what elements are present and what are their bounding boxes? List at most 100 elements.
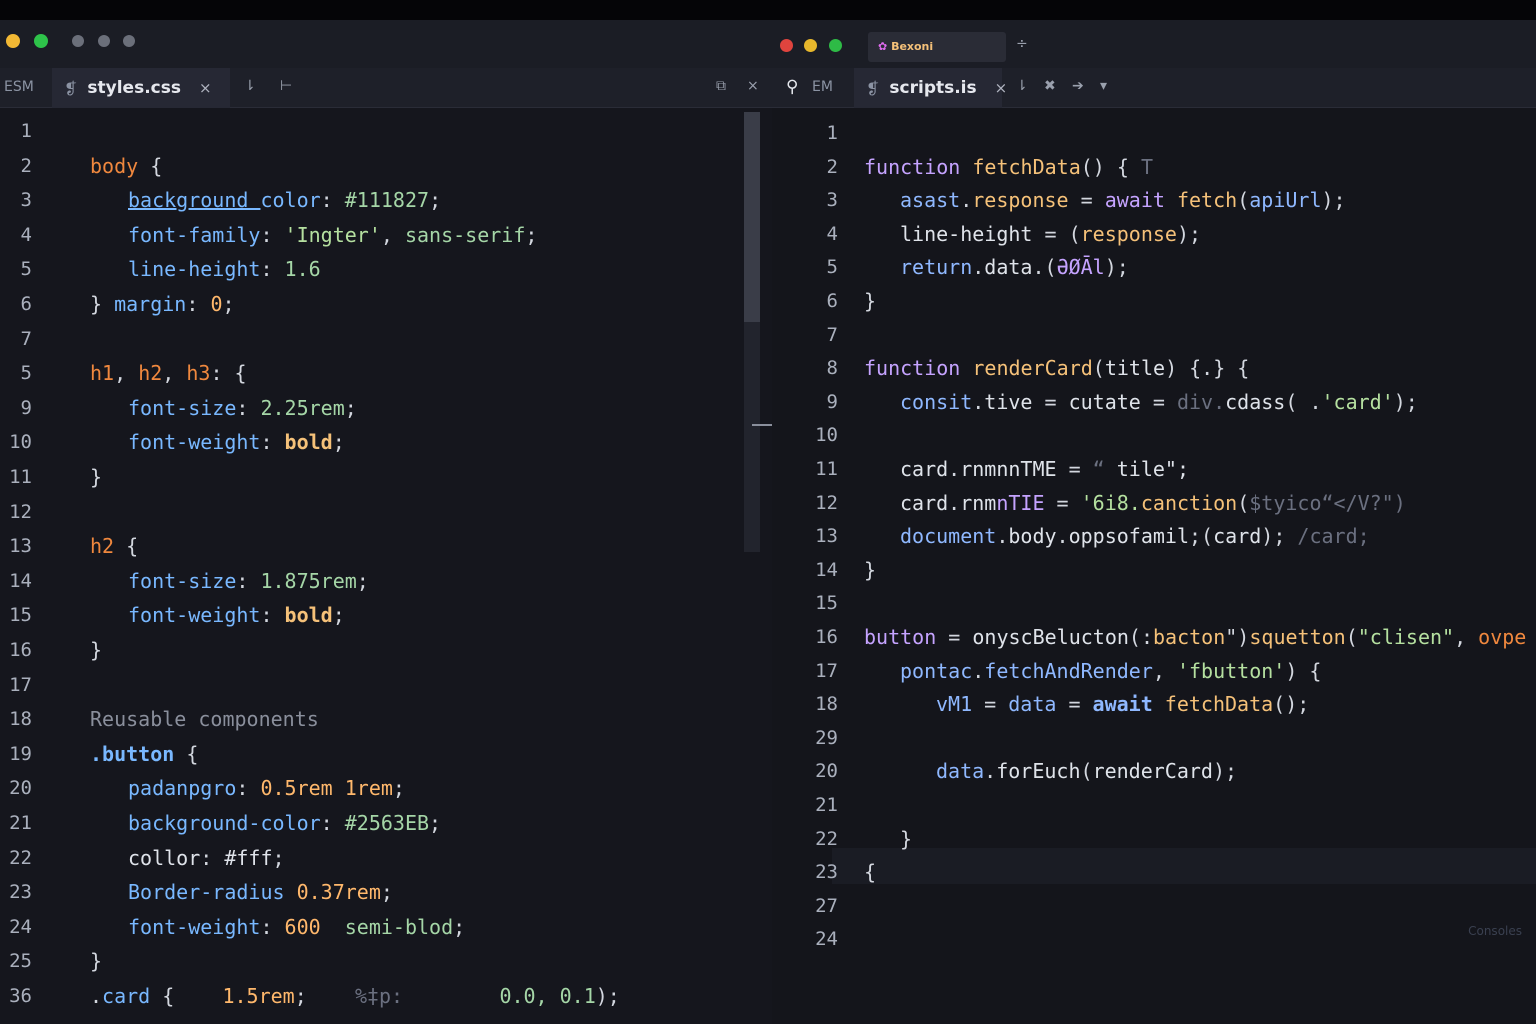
code-token: color <box>260 188 321 213</box>
code-line[interactable]: return.data.(ƏØĀl); <box>900 255 1129 279</box>
code-token: $tyico“</V?") <box>1249 490 1406 515</box>
code-token: } <box>864 557 877 582</box>
code-line[interactable]: collor: #fff; <box>128 846 285 870</box>
code-line[interactable]: { <box>864 860 876 884</box>
code-token: collor <box>128 845 201 870</box>
code-token: font-weight <box>128 430 261 455</box>
filter-icon[interactable]: ⇂ <box>1016 78 1028 94</box>
code-line[interactable]: asast.response = await fetch(apiUrl); <box>900 188 1346 212</box>
code-token: ); <box>1261 524 1286 549</box>
code-line[interactable]: font-size: 1.875rem; <box>128 569 369 593</box>
control-dot-icon[interactable] <box>98 35 110 47</box>
code-token: = <box>1044 490 1081 515</box>
search-icon[interactable]: ⚲ <box>786 77 798 97</box>
code-editor-styles[interactable]: 1 2 body {3 background color: #111827; 4 font… <box>0 108 772 1024</box>
code-line[interactable]: line-height: 1.6 <box>128 257 321 281</box>
screen-top-bezel <box>0 0 1536 22</box>
browser-tab[interactable]: ✿ Bexoni <box>868 32 1006 62</box>
code-line[interactable]: background color: #111827; <box>128 188 441 212</box>
code-line[interactable]: } <box>90 465 102 489</box>
code-line[interactable]: vM1 = data = await fetchData(); <box>936 692 1309 716</box>
scrollbar-thumb[interactable] <box>744 112 760 322</box>
code-line[interactable]: body { <box>90 154 162 178</box>
line-number: 9 <box>826 390 838 413</box>
code-token: bold <box>284 430 333 455</box>
code-token: background <box>128 188 261 213</box>
close-pane-icon[interactable]: × <box>747 78 759 94</box>
code-token: function <box>864 154 973 179</box>
tab-label: styles.css <box>87 78 181 98</box>
code-line[interactable]: function fetchData() { T <box>864 155 1153 179</box>
code-line[interactable]: } <box>900 827 912 851</box>
minimize-icon[interactable] <box>6 34 20 48</box>
code-line[interactable]: font-weight: bold; <box>128 430 345 454</box>
code-line[interactable]: data.forEuch(renderCard); <box>936 759 1237 783</box>
split-icon[interactable]: ⊢ <box>280 78 292 94</box>
code-line[interactable]: line-height = (response); <box>900 222 1201 246</box>
code-line[interactable]: pontac.fetchAndRender, 'fbutton') { <box>900 659 1321 683</box>
code-line[interactable]: padanpgro: 0.5rem 1rem; <box>128 776 405 800</box>
more-icon[interactable]: ▾ <box>1100 78 1107 94</box>
code-line[interactable]: function renderCard(title) {.} { <box>864 356 1249 380</box>
code-line[interactable]: .button { <box>90 742 198 766</box>
close-tab-icon[interactable]: × <box>995 79 1008 97</box>
code-line[interactable]: button = onyscBelucton(:bacton")squetton… <box>864 625 1536 649</box>
code-line[interactable]: .card { 1.5rem; %‡p: 0.0, 0.1); <box>90 984 620 1008</box>
code-token: { <box>150 984 223 1008</box>
code-line[interactable]: card.rnmnnTME = “ tile"; <box>900 457 1189 481</box>
code-token: Border-radius <box>128 880 297 905</box>
maximize-icon[interactable] <box>34 34 48 48</box>
code-line[interactable]: } <box>864 289 876 313</box>
control-dot-icon[interactable] <box>72 35 84 47</box>
code-token: h2 <box>90 534 115 559</box>
line-number: 5 <box>20 362 32 385</box>
code-line[interactable]: font-family: 'Ingter', sans-serif; <box>128 223 537 247</box>
code-token: . <box>972 658 985 683</box>
code-token: vM1 <box>936 692 973 717</box>
code-token: ); <box>1321 188 1346 213</box>
code-line[interactable]: } margin: 0; <box>90 292 235 316</box>
code-token: background-color <box>128 811 321 835</box>
code-line[interactable]: Reusable components <box>90 707 319 731</box>
tab-styles-css[interactable]: ❡ styles.css × <box>52 68 230 108</box>
code-line[interactable]: font-weight: bold; <box>128 603 345 627</box>
line-number: 4 <box>20 223 32 246</box>
code-line[interactable]: card.rnmnTIE = '6i8.canction($tyico“</V?… <box>900 491 1406 515</box>
line-number: 15 <box>815 592 838 615</box>
close-tab-icon[interactable]: × <box>199 79 212 97</box>
line-number: 19 <box>9 742 32 765</box>
code-line[interactable]: } <box>90 638 102 662</box>
status-hint: Consoles <box>1468 924 1522 938</box>
code-line[interactable]: Border-radius 0.37rem; <box>128 880 393 904</box>
control-dot-icon[interactable] <box>123 35 135 47</box>
code-line[interactable]: h2 { <box>90 534 138 558</box>
code-token: bold <box>284 603 333 628</box>
code-line[interactable]: } <box>90 949 102 973</box>
code-line[interactable]: font-weight: 600 semi-blod; <box>128 915 465 939</box>
pin-icon[interactable]: ✖ <box>1044 78 1056 94</box>
line-number: 22 <box>9 846 32 869</box>
code-token: : <box>200 845 225 870</box>
split-toggle-icon[interactable]: ÷ <box>1016 36 1028 52</box>
maximize-icon[interactable] <box>829 39 842 52</box>
code-token: ; <box>344 395 357 420</box>
line-number: 20 <box>815 760 838 783</box>
line-number: 3 <box>20 189 32 212</box>
code-line[interactable]: consit.tive = cutate = div.cdass( .'card… <box>900 390 1418 414</box>
code-line[interactable]: font-size: 2.25rem; <box>128 396 357 420</box>
minimize-icon[interactable] <box>804 39 817 52</box>
tab-scripts-js[interactable]: ❡ scripts.is × <box>854 68 1007 108</box>
popout-icon[interactable]: ⧉ <box>716 78 726 94</box>
close-window-icon[interactable] <box>780 39 793 52</box>
code-token: div. <box>1176 389 1226 414</box>
filter-icon[interactable]: ⇂ <box>244 78 256 94</box>
code-token: (: <box>1128 625 1154 649</box>
tab-favicon-icon: ✿ <box>878 40 888 53</box>
code-line[interactable]: document.body.oppsofamil;(card); /card; <box>900 524 1370 548</box>
line-number: 14 <box>9 569 32 592</box>
code-line[interactable]: background-color: #2563EB; <box>128 811 441 835</box>
go-icon[interactable]: ➔ <box>1072 78 1084 94</box>
code-line[interactable]: } <box>864 558 876 582</box>
code-line[interactable]: h1, h2, h3: { <box>90 361 247 385</box>
code-token: { <box>1526 625 1536 649</box>
